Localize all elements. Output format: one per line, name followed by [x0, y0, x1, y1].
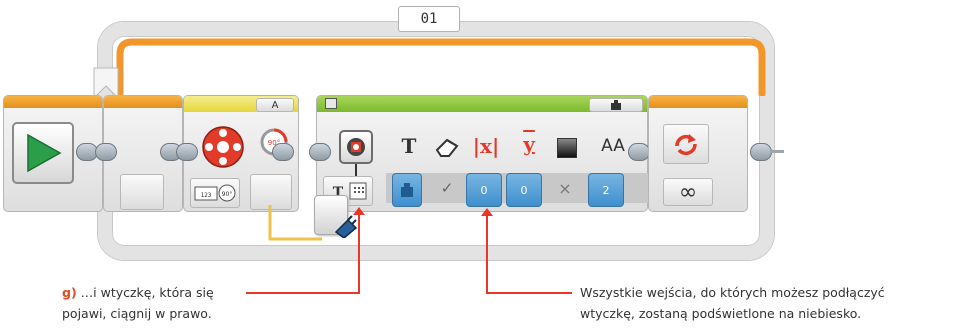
motor-icon	[200, 124, 246, 170]
display-port-tab[interactable]	[589, 98, 643, 112]
motor-output-plug[interactable]	[272, 143, 294, 161]
param-x-icon: |x|	[472, 134, 500, 158]
param-font-input-highlighted[interactable]: 2	[588, 173, 624, 207]
annotation-line-right-horizontal	[486, 292, 572, 294]
display-brick-icon	[339, 130, 373, 164]
param-y-input-highlighted[interactable]: 0	[506, 173, 542, 207]
annotation-arrowhead-left	[353, 207, 365, 215]
display-comment-icon[interactable]	[325, 98, 337, 109]
motor-port-tab[interactable]: A	[256, 98, 294, 112]
display-input-plug[interactable]	[309, 143, 331, 161]
param-color-value[interactable]: ×	[550, 173, 580, 203]
caption-left: g) …i wtyczkę, która się pojawi, ciągnij…	[62, 282, 214, 324]
loop-name-label[interactable]: 01	[398, 6, 460, 32]
caption-left-line2: pojawi, ciągnij w prawo.	[62, 306, 212, 321]
loop-end-output-plug[interactable]	[750, 143, 772, 161]
loop-start-bottom-tab	[120, 174, 164, 210]
svg-text:123: 123	[201, 192, 212, 199]
caption-right-line2: wtyczkę, zostaną podświetlone na niebies…	[580, 306, 862, 321]
annotation-arrowhead-right	[481, 208, 493, 216]
param-text-icon: T	[401, 134, 417, 158]
param-eraser-icon	[433, 136, 461, 160]
annotation-line-right-vertical	[486, 212, 488, 293]
param-color-square-icon	[557, 138, 577, 158]
caption-left-line1: …i wtyczkę, która się	[76, 285, 214, 300]
param-text-input-highlighted[interactable]	[392, 173, 422, 207]
loop-end-block[interactable]: ∞	[648, 95, 748, 212]
annotation-line-left-horizontal	[246, 292, 360, 294]
annotation-line-left-vertical	[358, 210, 360, 293]
start-play-icon[interactable]	[12, 122, 74, 184]
param-y-icon: y	[523, 132, 535, 156]
caption-left-step: g)	[62, 285, 77, 300]
loop-start-input-plug[interactable]	[95, 143, 117, 161]
loop-end-wire-stub	[770, 150, 784, 153]
param-clear-value[interactable]: ✓	[432, 173, 462, 203]
caption-right: Wszystkie wejścia, do których możesz pod…	[580, 282, 885, 324]
param-font-icon: AA	[601, 136, 625, 156]
caption-right-line1: Wszystkie wejścia, do których możesz pod…	[580, 285, 885, 300]
motor-input-plug[interactable]	[176, 143, 198, 161]
drag-cursor-plug-icon	[332, 212, 360, 239]
param-x-input-highlighted[interactable]: 0	[466, 173, 502, 207]
display-output-plug[interactable]	[628, 143, 650, 161]
loop-mode-infinity[interactable]: ∞	[663, 178, 713, 206]
motor-sensor-mode-tab[interactable]: 123 90°	[190, 178, 240, 208]
loop-repeat-icon	[663, 124, 709, 164]
svg-text:90°: 90°	[222, 191, 233, 198]
loop-orange-path	[116, 38, 766, 96]
